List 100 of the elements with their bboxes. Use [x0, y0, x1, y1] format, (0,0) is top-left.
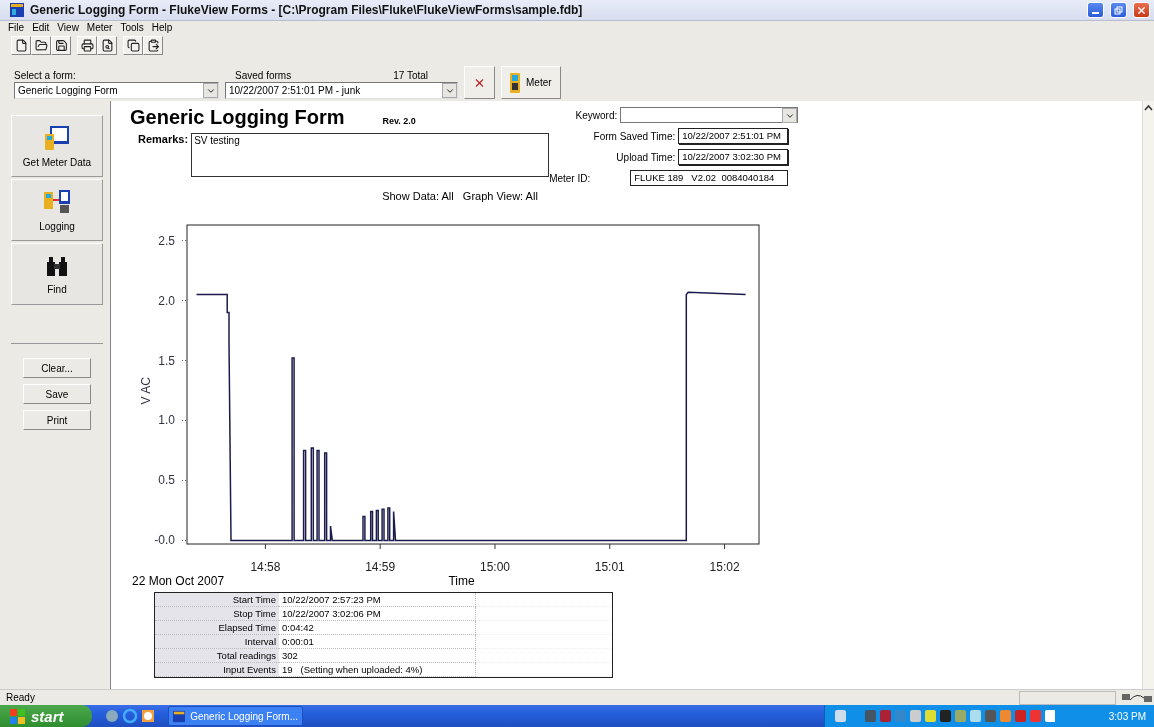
meter-icon	[510, 72, 520, 93]
field-label: Meter ID:	[549, 172, 591, 184]
restore-button[interactable]	[1110, 2, 1127, 18]
y-tick-label: 1.5	[158, 353, 176, 368]
x-tick-label: 15:01	[594, 560, 626, 574]
paste-button[interactable]	[143, 35, 163, 55]
x-tick: 15:01	[594, 543, 625, 574]
keyword-dropdown[interactable]	[620, 107, 799, 123]
saved-forms-dropdown[interactable]: 10/22/2007 2:51:01 PM - junk	[225, 82, 458, 99]
meter-computer-link-icon	[43, 188, 71, 215]
summary-label: Stop Time	[155, 607, 279, 621]
sidebar-button[interactable]: Get Meter Data	[11, 115, 103, 177]
remarks-field[interactable]: SV testing	[191, 133, 550, 177]
copy-button[interactable]	[123, 35, 143, 55]
sidebar-button[interactable]: Logging	[11, 179, 103, 241]
field-label: Upload Time:	[616, 151, 676, 163]
summary-value: 0:04:42	[279, 621, 476, 635]
new-file-icon	[14, 38, 28, 52]
action-button[interactable]: Print	[23, 410, 91, 430]
action-button[interactable]: Clear...	[23, 358, 91, 378]
taskbar-button[interactable]: Generic Logging Form...	[168, 706, 303, 726]
summary-value: 10/22/2007 3:02:06 PM	[279, 607, 476, 621]
x-tick-label: 15:00	[479, 560, 511, 574]
revision-label: Rev. 2.0	[382, 116, 416, 128]
summary-value: 19 (Setting when uploaded: 4%)	[279, 663, 476, 677]
menu-item[interactable]: View	[53, 21, 83, 35]
minimize-button[interactable]	[1087, 2, 1104, 18]
y-tick-label: 2.5	[158, 233, 176, 248]
y-tick: -0.0	[154, 533, 188, 548]
form-dropdown[interactable]: Generic Logging Form	[14, 82, 219, 99]
y-tick-label: -0.0	[154, 533, 176, 548]
windows-logo	[10, 708, 26, 724]
x-tick-label: 14:59	[365, 560, 396, 574]
close-icon	[1136, 4, 1147, 16]
x-tick: 15:02	[709, 543, 740, 574]
computer-meter-icon	[44, 124, 70, 151]
summary-label: Interval	[155, 635, 279, 649]
new-file-button[interactable]	[11, 35, 31, 55]
menu-item[interactable]: File	[4, 21, 29, 35]
y-tick-label: 0.5	[158, 473, 176, 488]
field-label: Form Saved Time:	[593, 130, 676, 142]
menu-item[interactable]: Edit	[28, 21, 54, 35]
print-button[interactable]	[77, 35, 97, 55]
y-tick-label: 1.0	[158, 413, 176, 428]
y-axis-label: V AC	[139, 377, 153, 405]
x-axis-label: Time	[448, 574, 475, 588]
y-tick: 2.5	[158, 233, 188, 248]
action-button[interactable]: Save	[23, 384, 91, 404]
app-icon	[10, 3, 24, 17]
paste-icon	[146, 38, 160, 52]
meter-button[interactable]: Meter	[501, 66, 561, 99]
restore-icon	[1114, 5, 1123, 15]
minimize-icon	[1092, 12, 1099, 14]
menu-item[interactable]: Meter	[82, 21, 117, 35]
menu-item[interactable]: Tools	[116, 21, 148, 35]
scrollbar[interactable]	[1142, 101, 1154, 689]
close-button[interactable]	[1133, 2, 1150, 18]
remarks-label: Remarks:	[138, 133, 189, 147]
print-preview-button[interactable]	[97, 35, 117, 55]
start-button[interactable]: start	[0, 705, 92, 727]
field-label: Select a form:	[14, 70, 77, 81]
time-field: 10/22/2007 3:02:30 PM	[678, 149, 789, 165]
open-folder-icon	[34, 38, 48, 52]
y-tick: 0.5	[158, 473, 188, 488]
app-icon	[173, 709, 186, 723]
clock: 3:03 PM	[1108, 710, 1146, 722]
menu-item[interactable]: Help	[147, 21, 177, 35]
delete-button[interactable]	[464, 66, 495, 99]
view-options-label: Show Data: All Graph View: All	[381, 190, 539, 202]
x-tick: 14:59	[365, 543, 396, 574]
status-text: Ready	[6, 692, 35, 703]
y-tick: 1.5	[158, 353, 188, 368]
summary-label: Total readings	[155, 649, 279, 663]
sidebar-button[interactable]: Find	[11, 243, 103, 305]
save-button[interactable]	[51, 35, 71, 55]
summary-value: 302	[279, 649, 476, 663]
y-tick: 1.0	[158, 413, 188, 428]
print-icon	[80, 38, 94, 52]
time-field: 10/22/2007 2:51:01 PM	[678, 128, 789, 144]
meter-id-field: FLUKE 189 V2.02 0084040184	[630, 170, 789, 186]
x-tick-label: 15:02	[709, 560, 740, 574]
x-tick-label: 14:58	[250, 560, 281, 574]
window-title: Generic Logging Form - FlukeView Forms - [C:\Program Files\Fluke\FlukeViewForms\sample.fdb]	[30, 3, 584, 17]
x-tick: 15:00	[479, 543, 510, 574]
keyword-label: Keyword:	[575, 109, 618, 121]
field-label: Saved forms	[234, 70, 292, 81]
summary-label: Start Time	[155, 593, 279, 607]
open-folder-button[interactable]	[31, 35, 51, 55]
form-title: Generic Logging Form	[130, 106, 345, 129]
y-tick-label: 2.0	[158, 293, 176, 308]
date-label: 22 Mon Oct 2007	[132, 574, 225, 588]
connection-icon	[1120, 691, 1154, 704]
y-tick: 2.0	[158, 293, 188, 308]
count-label: 17 Total	[393, 70, 428, 81]
copy-icon	[126, 38, 140, 52]
save-icon	[54, 38, 68, 52]
summary-label: Elapsed Time	[155, 621, 279, 635]
summary-label: Input Events	[155, 663, 279, 677]
summary-value: 10/22/2007 2:57:23 PM	[279, 593, 476, 607]
x-tick: 14:58	[250, 543, 281, 574]
